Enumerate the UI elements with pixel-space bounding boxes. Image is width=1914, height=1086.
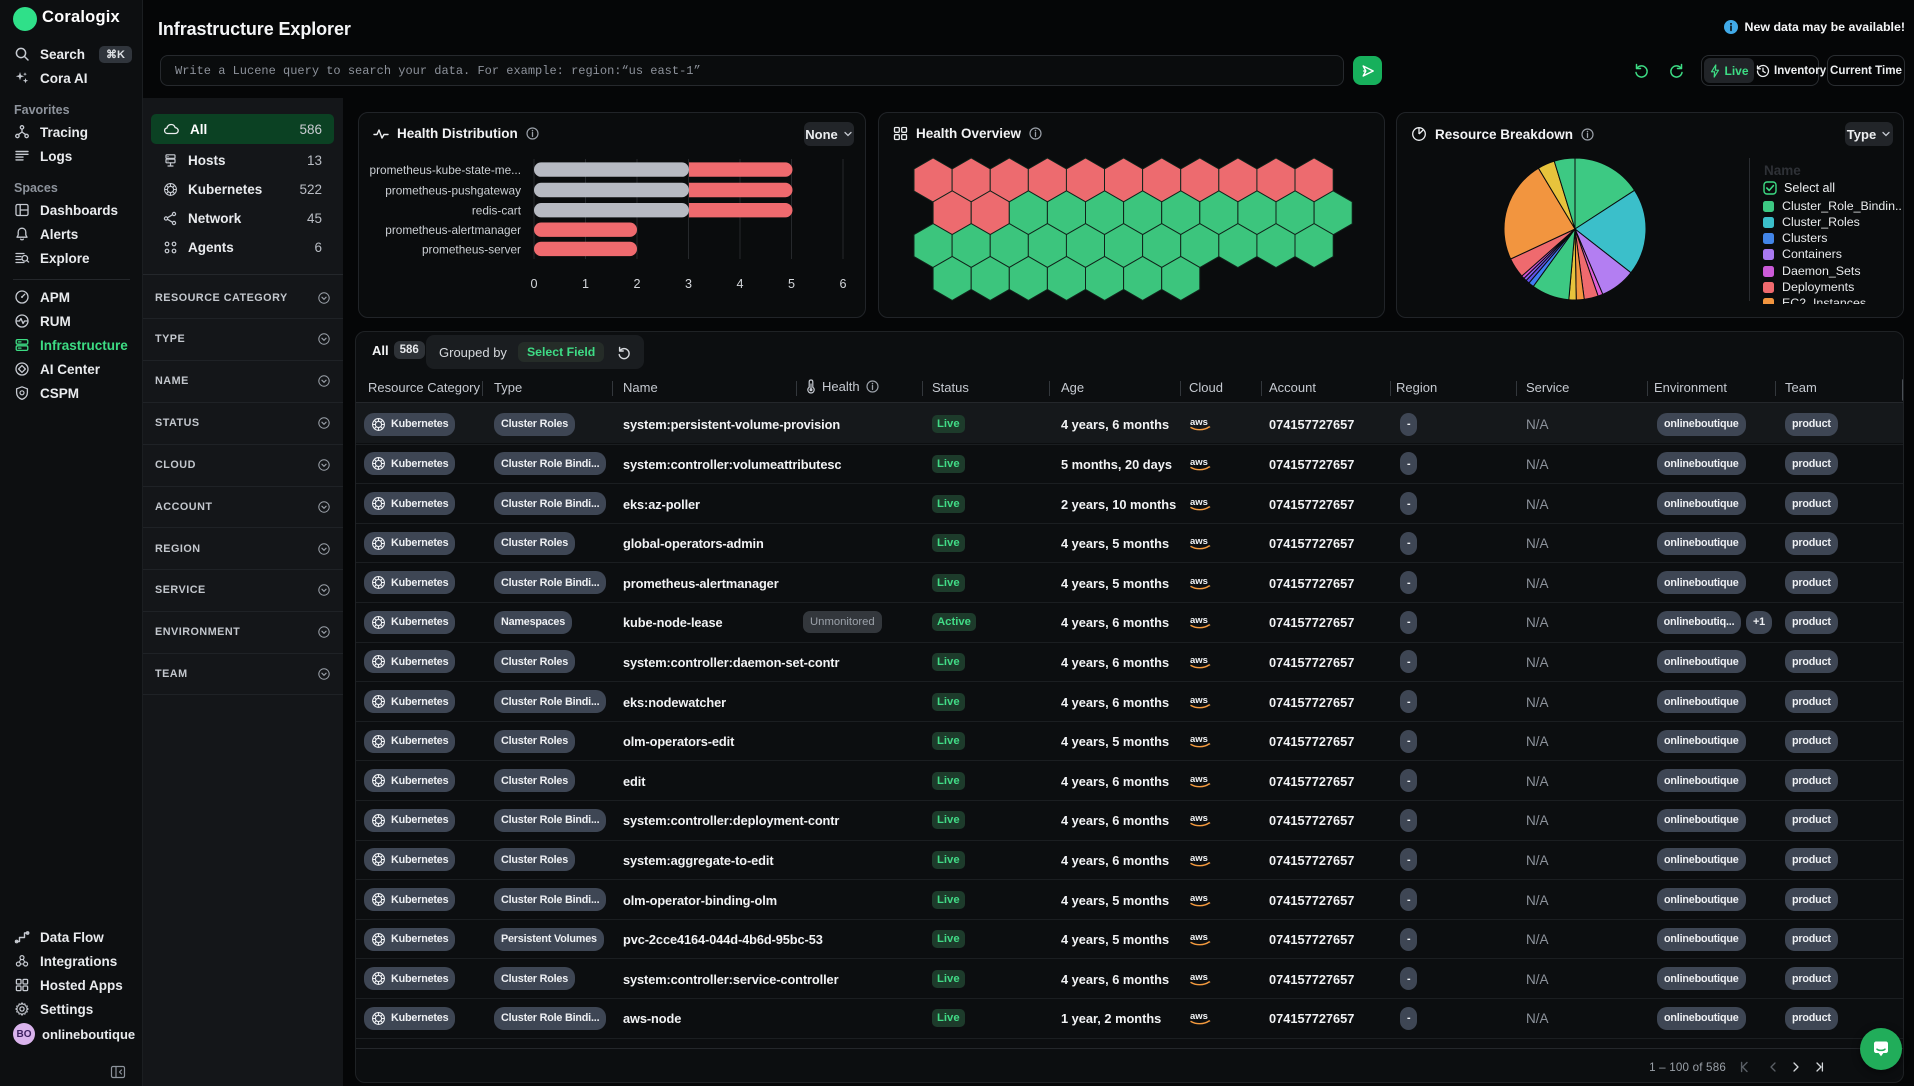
svg-text:0: 0 — [530, 277, 537, 291]
svg-text:aws: aws — [1190, 972, 1208, 983]
svg-text:aws: aws — [1190, 1011, 1208, 1022]
svg-text:redis-cart: redis-cart — [472, 204, 522, 218]
svg-text:aws: aws — [1190, 576, 1208, 587]
svg-text:aws: aws — [1190, 417, 1208, 428]
svg-text:aws: aws — [1190, 893, 1208, 904]
svg-text:prometheus-server: prometheus-server — [422, 242, 521, 256]
svg-text:2: 2 — [633, 277, 640, 291]
svg-text:aws: aws — [1190, 853, 1208, 864]
svg-text:aws: aws — [1190, 536, 1208, 547]
svg-text:aws: aws — [1190, 497, 1208, 508]
svg-text:aws: aws — [1190, 932, 1208, 943]
svg-text:prometheus-alertmanager: prometheus-alertmanager — [385, 223, 521, 237]
svg-text:aws: aws — [1190, 655, 1208, 666]
svg-text:aws: aws — [1190, 695, 1208, 706]
svg-text:aws: aws — [1190, 615, 1208, 626]
svg-text:aws: aws — [1190, 734, 1208, 745]
svg-text:4: 4 — [736, 277, 743, 291]
svg-text:prometheus-kube-state-me...: prometheus-kube-state-me... — [370, 163, 521, 177]
svg-text:3: 3 — [685, 277, 692, 291]
svg-text:aws: aws — [1190, 457, 1208, 468]
svg-text:prometheus-pushgateway: prometheus-pushgateway — [385, 184, 521, 198]
svg-text:1: 1 — [582, 277, 589, 291]
svg-text:5: 5 — [788, 277, 795, 291]
svg-text:aws: aws — [1190, 774, 1208, 785]
svg-text:aws: aws — [1190, 813, 1208, 824]
svg-text:6: 6 — [839, 277, 846, 291]
